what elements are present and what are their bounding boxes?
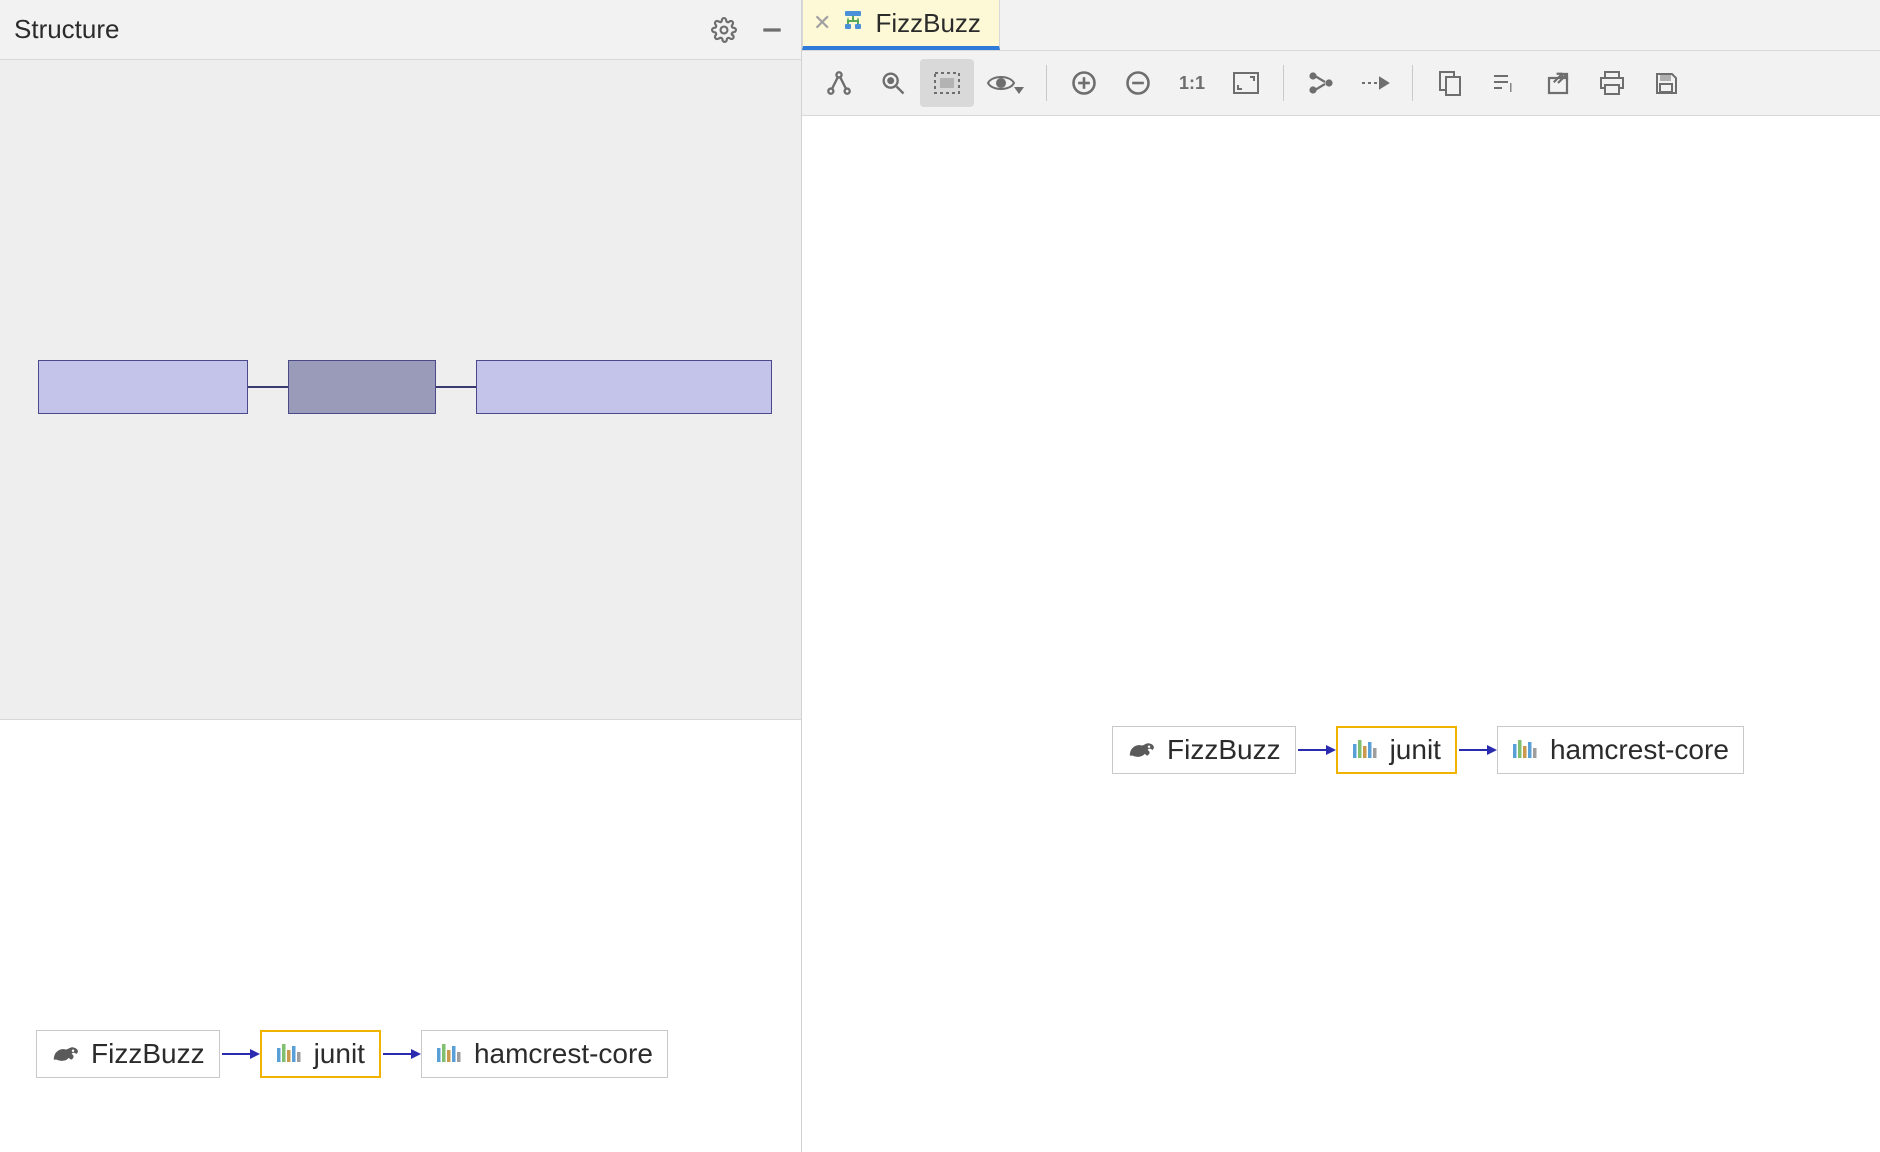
library-icon [276, 1042, 304, 1066]
export-button[interactable] [1531, 59, 1585, 107]
editor-toolbar: 1:1 [802, 51, 1880, 116]
overview-chain [38, 360, 772, 414]
preview-button[interactable] [974, 59, 1036, 107]
dependency-node-junit[interactable]: junit [1336, 726, 1457, 774]
dependency-arrow-icon [220, 1044, 260, 1064]
overview-node[interactable] [38, 360, 248, 414]
dependency-arrow-icon [1457, 740, 1497, 760]
structure-panel-header-actions [709, 15, 787, 45]
dependency-node-fizzbuzz[interactable]: FizzBuzz [1112, 726, 1296, 774]
structure-panel-title: Structure [14, 14, 709, 45]
dependency-node-hamcrest-core[interactable]: hamcrest-core [421, 1030, 668, 1078]
close-icon[interactable]: ✕ [813, 12, 831, 34]
dependency-node-label: hamcrest-core [1550, 734, 1729, 766]
layout-button[interactable] [1294, 59, 1348, 107]
library-icon [436, 1042, 464, 1066]
zoom-to-selected-button[interactable] [866, 59, 920, 107]
save-button[interactable] [1639, 59, 1693, 107]
actual-size-button[interactable]: 1:1 [1165, 59, 1219, 107]
dependency-node-label: junit [314, 1038, 365, 1070]
dependency-node-fizzbuzz[interactable]: FizzBuzz [36, 1030, 220, 1078]
toolbar-separator [1283, 65, 1284, 101]
orientation-button[interactable] [1348, 59, 1402, 107]
tab-fizzbuzz[interactable]: ✕ FizzBuzz [802, 0, 1000, 50]
minimize-icon[interactable] [757, 15, 787, 45]
dependency-chain: FizzBuzz [36, 1030, 668, 1078]
dependency-node-label: hamcrest-core [474, 1038, 653, 1070]
dependency-node-label: FizzBuzz [91, 1038, 205, 1070]
dependency-chain: FizzBuzz [1112, 726, 1744, 774]
overview-connector [436, 386, 476, 388]
toolbar-separator [1412, 65, 1413, 101]
gear-icon[interactable] [709, 15, 739, 45]
print-button[interactable] [1585, 59, 1639, 107]
diagram-canvas[interactable]: FizzBuzz [802, 116, 1880, 1152]
toolbar-separator [1046, 65, 1047, 101]
gradle-icon [1127, 738, 1157, 762]
dependency-node-label: FizzBuzz [1167, 734, 1281, 766]
edit-button[interactable]: I [1477, 59, 1531, 107]
fit-content-button[interactable] [920, 59, 974, 107]
app-root: Structure [0, 0, 1880, 1152]
fit-window-button[interactable] [1219, 59, 1273, 107]
copy-button[interactable] [1423, 59, 1477, 107]
gradle-icon [51, 1042, 81, 1066]
dependency-node-hamcrest-core[interactable]: hamcrest-core [1497, 726, 1744, 774]
overview-node[interactable] [476, 360, 772, 414]
library-icon [1352, 738, 1380, 762]
editor-tab-strip: ✕ FizzBuzz [802, 0, 1880, 51]
dependency-arrow-icon [1296, 740, 1336, 760]
structure-panel: Structure [0, 0, 802, 1152]
svg-text:I: I [1509, 80, 1513, 95]
structure-panel-header: Structure [0, 0, 801, 60]
show-paths-root-button[interactable] [812, 59, 866, 107]
editor-panel: ✕ FizzBuzz [802, 0, 1880, 1152]
dependency-node-label: junit [1390, 734, 1441, 766]
overview-node-selected[interactable] [288, 360, 436, 414]
zoom-in-button[interactable] [1057, 59, 1111, 107]
dependency-arrow-icon [381, 1044, 421, 1064]
tab-label: FizzBuzz [875, 8, 980, 39]
library-icon [1512, 738, 1540, 762]
structure-detail-area[interactable]: FizzBuzz [0, 720, 801, 1152]
dependency-node-junit[interactable]: junit [260, 1030, 381, 1078]
overview-connector [248, 386, 288, 388]
zoom-out-button[interactable] [1111, 59, 1165, 107]
structure-overview-area[interactable] [0, 60, 801, 720]
diagram-icon [841, 8, 865, 39]
